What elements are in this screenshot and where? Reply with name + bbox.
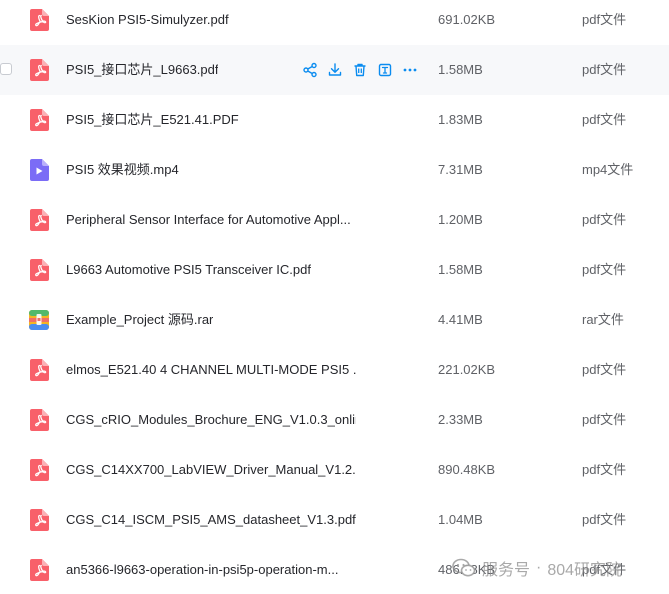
file-name[interactable]: CGS_cRIO_Modules_Brochure_ENG_V1.0.3_onl… xyxy=(66,395,356,445)
pdf-icon xyxy=(29,459,49,481)
row-actions xyxy=(300,60,425,80)
file-row[interactable]: Peripheral Sensor Interface for Automoti… xyxy=(0,195,669,245)
pdf-icon xyxy=(29,259,49,281)
file-row[interactable]: SesKion PSI5-Simulyzer.pdf 691.02KB pdf文… xyxy=(0,0,669,45)
file-size: 691.02KB xyxy=(438,12,496,27)
file-name[interactable]: CGS_C14XX700_LabVIEW_Driver_Manual_V1.2.… xyxy=(66,445,356,495)
share-icon[interactable] xyxy=(300,60,320,80)
file-list: SesKion PSI5-Simulyzer.pdf 691.02KB pdf文… xyxy=(0,0,669,594)
file-name[interactable]: CGS_C14_ISCM_PSI5_AMS_datasheet_V1.3.pdf xyxy=(66,495,356,545)
file-type: pdf文件 xyxy=(582,412,627,427)
pdf-icon xyxy=(29,9,49,31)
file-type: pdf文件 xyxy=(582,12,627,27)
pdf-icon xyxy=(29,109,49,131)
file-row[interactable]: CGS_C14_ISCM_PSI5_AMS_datasheet_V1.3.pdf… xyxy=(0,495,669,545)
file-name[interactable]: PSI5 效果视频.mp4 xyxy=(66,145,179,195)
file-name[interactable]: L9663 Automotive PSI5 Transceiver IC.pdf xyxy=(66,245,311,295)
file-row[interactable]: L9663 Automotive PSI5 Transceiver IC.pdf… xyxy=(0,245,669,295)
file-type: pdf文件 xyxy=(582,212,627,227)
file-size: 1.58MB xyxy=(438,262,483,277)
file-row[interactable]: elmos_E521.40 4 CHANNEL MULTI-MODE PSI5 … xyxy=(0,345,669,395)
file-name[interactable]: Peripheral Sensor Interface for Automoti… xyxy=(66,195,351,245)
watermark-account: 804研究院 xyxy=(547,562,623,579)
file-row[interactable]: CGS_cRIO_Modules_Brochure_ENG_V1.0.3_onl… xyxy=(0,395,669,445)
pdf-icon xyxy=(29,209,49,231)
file-size: 1.58MB xyxy=(438,62,483,77)
file-type: pdf文件 xyxy=(582,112,627,127)
text-icon[interactable] xyxy=(375,60,395,80)
file-name[interactable]: an5366-l9663-operation-in-psi5p-operatio… xyxy=(66,545,338,594)
pdf-icon xyxy=(29,509,49,531)
file-type: pdf文件 xyxy=(582,362,627,377)
file-type: pdf文件 xyxy=(582,262,627,277)
file-type: pdf文件 xyxy=(582,462,627,477)
file-size: 1.83MB xyxy=(438,112,483,127)
file-size: 1.20MB xyxy=(438,212,483,227)
watermark-separator: · xyxy=(536,559,542,576)
file-row-hovered[interactable]: PSI5_接口芯片_L9663.pdf 1.58MB pdf文件 xyxy=(0,45,669,95)
file-type: pdf文件 xyxy=(582,512,627,527)
file-name[interactable]: Example_Project 源码.rar xyxy=(66,295,213,345)
file-name[interactable]: PSI5_接口芯片_E521.41.PDF xyxy=(66,95,239,145)
pdf-icon xyxy=(29,359,49,381)
row-checkbox[interactable] xyxy=(0,63,12,75)
more-icon[interactable] xyxy=(400,60,420,80)
file-name[interactable]: SesKion PSI5-Simulyzer.pdf xyxy=(66,0,229,45)
wechat-logo-icon xyxy=(452,558,476,578)
file-size: 221.02KB xyxy=(438,362,496,377)
file-type: pdf文件 xyxy=(582,62,627,77)
watermark: 服务号 · 804研究院 xyxy=(452,556,622,580)
file-size: 890.48KB xyxy=(438,462,496,477)
download-icon[interactable] xyxy=(325,60,345,80)
video-icon xyxy=(29,159,49,181)
file-row[interactable]: PSI5 效果视频.mp4 7.31MB mp4文件 xyxy=(0,145,669,195)
file-name[interactable]: elmos_E521.40 4 CHANNEL MULTI-MODE PSI5 … xyxy=(66,345,356,395)
delete-icon[interactable] xyxy=(350,60,370,80)
pdf-icon xyxy=(29,559,49,581)
file-type: rar文件 xyxy=(582,312,624,327)
file-size: 7.31MB xyxy=(438,162,483,177)
file-row[interactable]: CGS_C14XX700_LabVIEW_Driver_Manual_V1.2.… xyxy=(0,445,669,495)
file-name[interactable]: PSI5_接口芯片_L9663.pdf xyxy=(66,45,218,95)
file-size: 1.04MB xyxy=(438,512,483,527)
pdf-icon xyxy=(29,59,49,81)
file-size: 2.33MB xyxy=(438,412,483,427)
rar-icon xyxy=(29,309,49,331)
pdf-icon xyxy=(29,409,49,431)
watermark-label: 服务号 xyxy=(482,562,531,579)
file-row[interactable]: Example_Project 源码.rar 4.41MB rar文件 xyxy=(0,295,669,345)
file-size: 4.41MB xyxy=(438,312,483,327)
file-type: mp4文件 xyxy=(582,162,634,177)
file-row[interactable]: PSI5_接口芯片_E521.41.PDF 1.83MB pdf文件 xyxy=(0,95,669,145)
